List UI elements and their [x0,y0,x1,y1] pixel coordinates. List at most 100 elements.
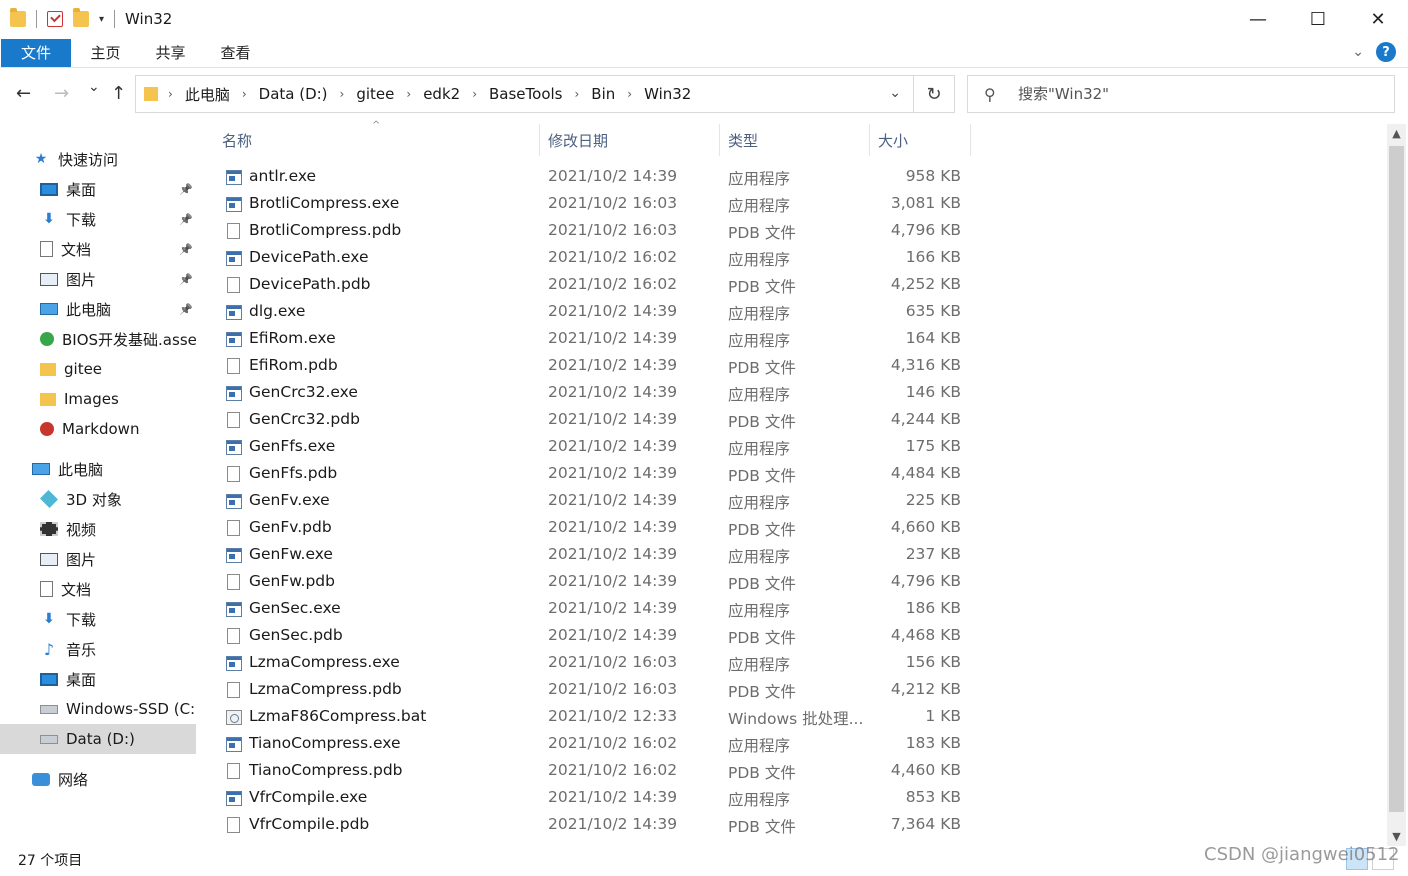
file-row[interactable]: LzmaCompress.pdb 2021/10/2 16:03 PDB 文件 4,2… [218,677,978,704]
minimize-button[interactable]: — [1228,0,1288,38]
address-dropdown-chevron-icon[interactable]: ⌄ [889,85,901,101]
file-row[interactable]: GenFfs.pdb 2021/10/2 14:39 PDB 文件 4,484 KB [218,461,978,488]
file-row[interactable]: LzmaCompress.exe 2021/10/2 16:03 应用程序 156 K… [218,650,978,677]
sidebar-item-label: 视频 [66,520,97,539]
folder-icon[interactable] [10,8,26,27]
column-divider[interactable] [719,124,720,156]
search-input[interactable] [1018,85,1378,103]
sidebar-item[interactable]: 桌面 [0,664,196,694]
tab-view[interactable]: 查看 [203,42,268,63]
sidebar-item[interactable]: ⬇ 下载 [0,604,196,634]
forward-button[interactable]: → [54,83,69,104]
file-name: VfrCompile.pdb [249,815,370,833]
file-row[interactable]: BrotliCompress.exe 2021/10/2 16:03 应用程序 3,0… [218,191,978,218]
file-row[interactable]: EfiRom.exe 2021/10/2 14:39 应用程序 164 KB [218,326,978,353]
breadcrumb-this-pc[interactable]: 此电脑 [185,84,230,105]
file-row[interactable]: VfrCompile.pdb 2021/10/2 14:39 PDB 文件 7,364… [218,812,978,839]
sidebar-item[interactable]: 网络 [0,764,196,794]
vertical-scrollbar[interactable]: ▲ ▼ [1387,124,1406,846]
breadcrumb-win32[interactable]: Win32 [644,85,691,103]
breadcrumb-separator-icon[interactable]: › [472,87,477,101]
file-row[interactable]: GenFfs.exe 2021/10/2 14:39 应用程序 175 KB [218,434,978,461]
file-row[interactable]: GenFw.pdb 2021/10/2 14:39 PDB 文件 4,796 KB [218,569,978,596]
tab-file[interactable]: 文件 [1,38,71,67]
column-divider[interactable] [539,124,540,156]
sidebar-item[interactable]: 此电脑 📌 [0,294,196,324]
customize-toolbar-caret-icon[interactable]: ▾ [99,14,104,25]
breadcrumb-separator-icon[interactable]: › [340,87,345,101]
sidebar-item[interactable]: ♪ 音乐 [0,634,196,664]
breadcrumb-separator-icon[interactable]: › [627,87,632,101]
column-header-name[interactable]: 名称 [222,122,252,158]
column-divider[interactable] [869,124,870,156]
sidebar-item[interactable]: 文档 [0,574,196,604]
drive-icon [40,704,58,714]
sidebar-item[interactable]: Windows-SSD (C:) [0,694,196,724]
sidebar-item[interactable]: Markdown [0,414,196,444]
file-row[interactable]: GenCrc32.pdb 2021/10/2 14:39 PDB 文件 4,244 K… [218,407,978,434]
file-row[interactable]: TianoCompress.pdb 2021/10/2 16:02 PDB 文件 4,… [218,758,978,785]
file-row[interactable]: VfrCompile.exe 2021/10/2 14:39 应用程序 853 KB [218,785,978,812]
sidebar-item[interactable]: Data (D:) [0,724,196,754]
folder-icon [40,392,56,406]
column-header-size[interactable]: 大小 [878,122,908,158]
sidebar-item[interactable]: ★ 快速访问 [0,144,196,174]
scrollbar-thumb[interactable] [1389,146,1404,812]
file-row[interactable]: EfiRom.pdb 2021/10/2 14:39 PDB 文件 4,316 KB [218,353,978,380]
recent-locations-button[interactable]: ⌄ [88,79,100,95]
file-row[interactable]: GenFv.pdb 2021/10/2 14:39 PDB 文件 4,660 KB [218,515,978,542]
new-folder-icon[interactable] [73,8,89,27]
file-row[interactable]: TianoCompress.exe 2021/10/2 16:02 应用程序 183 … [218,731,978,758]
refresh-button[interactable]: ↻ [914,75,955,113]
close-button[interactable]: ✕ [1348,0,1408,38]
file-row[interactable]: dlg.exe 2021/10/2 14:39 应用程序 635 KB [218,299,978,326]
tab-share[interactable]: 共享 [138,42,203,63]
breadcrumb-basetools[interactable]: BaseTools [489,85,562,103]
file-row[interactable]: BrotliCompress.pdb 2021/10/2 16:03 PDB 文件 4… [218,218,978,245]
sidebar-item[interactable]: ⬇ 下载 📌 [0,204,196,234]
file-row[interactable]: GenSec.pdb 2021/10/2 14:39 PDB 文件 4,468 KB [218,623,978,650]
file-row[interactable]: GenCrc32.exe 2021/10/2 14:39 应用程序 146 KB [218,380,978,407]
sidebar-item[interactable]: Images [0,384,196,414]
back-button[interactable]: ← [16,83,31,104]
breadcrumb-separator-icon[interactable]: › [574,87,579,101]
sidebar-item[interactable]: BIOS开发基础.assets [0,324,196,354]
file-row[interactable]: DevicePath.pdb 2021/10/2 16:02 PDB 文件 4,252… [218,272,978,299]
file-row[interactable]: GenFv.exe 2021/10/2 14:39 应用程序 225 KB [218,488,978,515]
sidebar-item[interactable]: 此电脑 [0,454,196,484]
maximize-button[interactable]: ☐ [1288,0,1348,38]
file-row[interactable]: antlr.exe 2021/10/2 14:39 应用程序 958 KB [218,164,978,191]
breadcrumb-data-d[interactable]: Data (D:) [259,85,328,103]
sidebar-item[interactable]: 3D 对象 [0,484,196,514]
sidebar-item[interactable]: 图片 [0,544,196,574]
scroll-up-arrow-icon[interactable]: ▲ [1387,124,1406,143]
column-header-date[interactable]: 修改日期 [548,122,608,158]
address-bar[interactable]: › 此电脑 › Data (D:) › gitee › edk2 › BaseT… [135,75,914,113]
breadcrumb-separator-icon[interactable]: › [406,87,411,101]
sidebar-item[interactable]: 视频 [0,514,196,544]
file-size: 4,484 KB [890,464,961,482]
breadcrumb-bin[interactable]: Bin [591,85,615,103]
search-box[interactable]: ⚲ [967,75,1395,113]
computer-icon [32,463,50,475]
breadcrumb-edk2[interactable]: edk2 [423,85,460,103]
file-row[interactable]: DevicePath.exe 2021/10/2 16:02 应用程序 166 KB [218,245,978,272]
help-icon[interactable]: ? [1376,42,1396,62]
properties-icon[interactable] [47,11,63,27]
sidebar-item[interactable]: gitee [0,354,196,384]
breadcrumb-separator-icon[interactable]: › [168,87,173,101]
folder-icon [40,362,56,376]
file-row[interactable]: GenSec.exe 2021/10/2 14:39 应用程序 186 KB [218,596,978,623]
sidebar-item[interactable]: 文档 📌 [0,234,196,264]
sidebar-item[interactable]: 桌面 📌 [0,174,196,204]
breadcrumb-separator-icon[interactable]: › [242,87,247,101]
tab-home[interactable]: 主页 [73,42,138,63]
file-row[interactable]: LzmaF86Compress.bat 2021/10/2 12:33 Window… [218,704,978,731]
file-row[interactable]: GenFw.exe 2021/10/2 14:39 应用程序 237 KB [218,542,978,569]
column-header-type[interactable]: 类型 [728,122,758,158]
up-button[interactable]: ↑ [111,83,126,104]
column-divider[interactable] [970,124,971,156]
expand-ribbon-chevron-icon[interactable]: ⌄ [1352,44,1364,60]
breadcrumb-gitee[interactable]: gitee [356,85,394,103]
sidebar-item[interactable]: 图片 📌 [0,264,196,294]
